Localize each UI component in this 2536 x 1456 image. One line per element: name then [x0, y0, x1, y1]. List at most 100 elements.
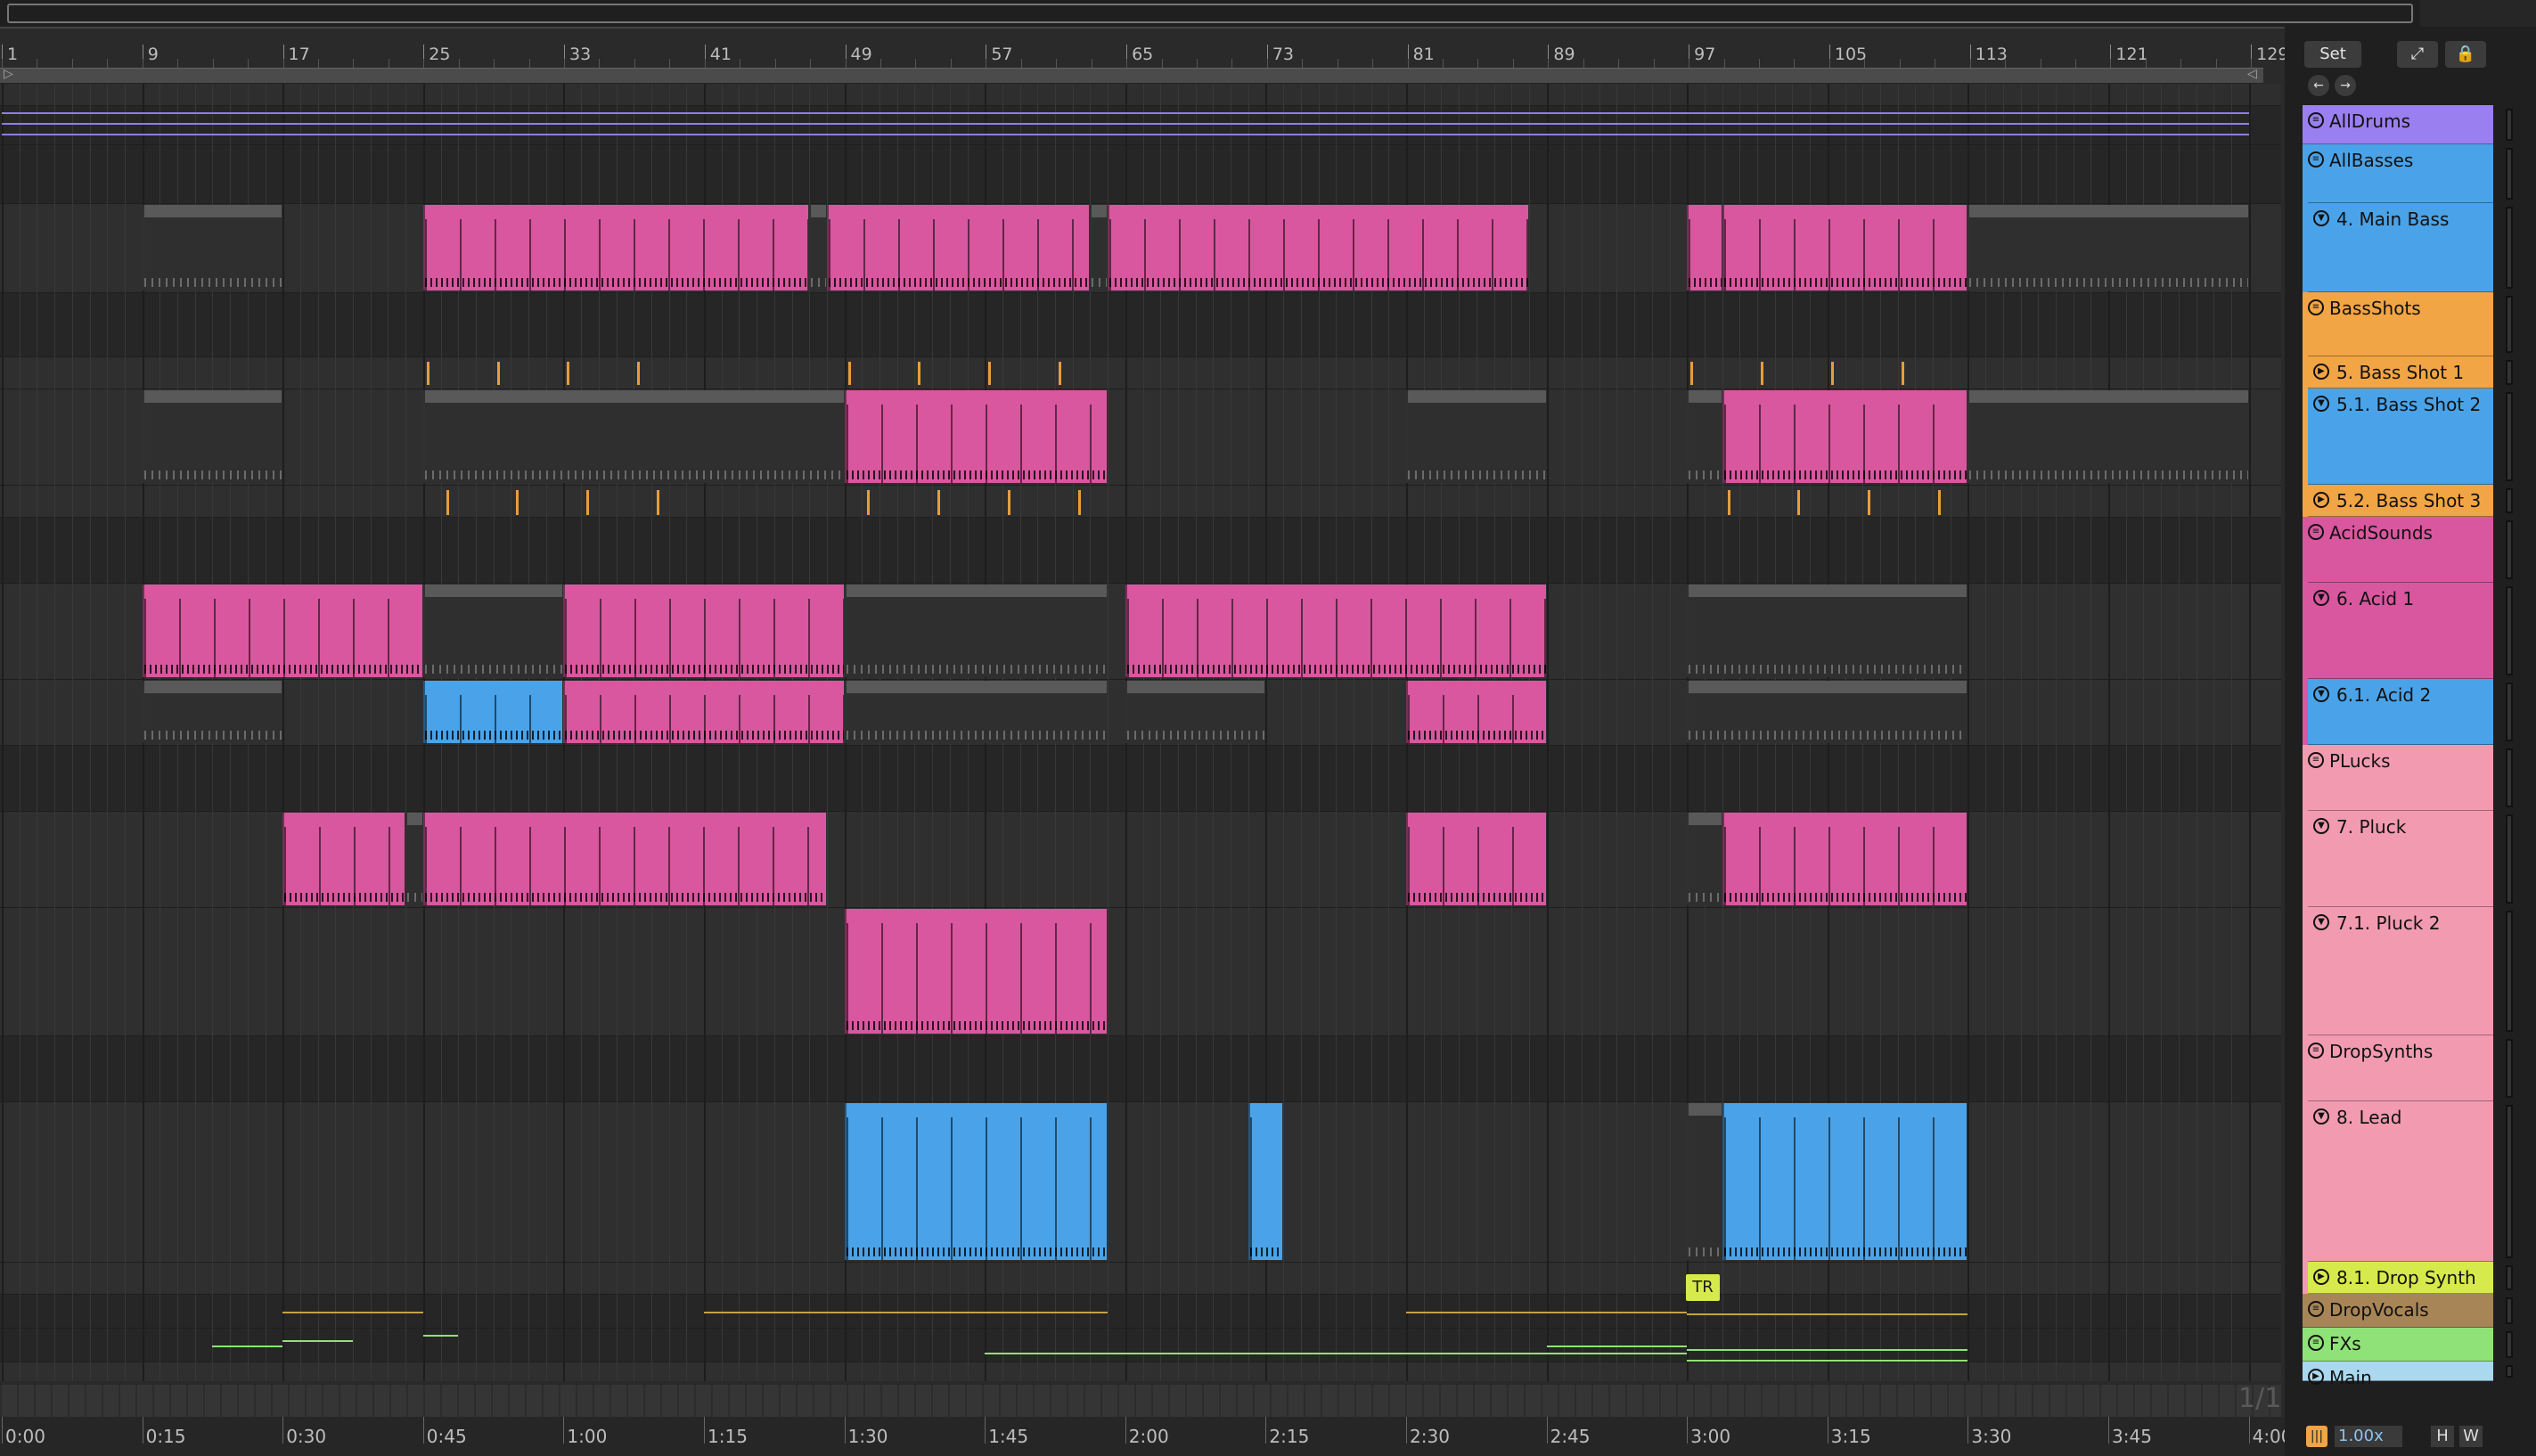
- track-header-6-acid-1[interactable]: ▼ 6. Acid 1: [2308, 583, 2493, 679]
- bass-shot-marker[interactable]: [637, 362, 641, 385]
- beat-time-ruler[interactable]: 1 9 17 25 33 41 49 57 65 73 81 89 97 105 113 121 129: [0, 39, 2288, 68]
- clip[interactable]: [422, 205, 809, 290]
- fold-chevron-icon[interactable]: ▼: [2313, 914, 2329, 930]
- bass-shot-marker[interactable]: [1059, 362, 1061, 385]
- bass-shot-3-marker[interactable]: [1077, 490, 1081, 515]
- group-fold-icon[interactable]: ≡: [2308, 1043, 2324, 1059]
- clip[interactable]: [142, 390, 282, 483]
- clip[interactable]: [563, 585, 844, 677]
- clip[interactable]: [1722, 205, 1967, 290]
- group-fold-icon[interactable]: ≡: [2308, 299, 2324, 315]
- horizontal-scrollbar[interactable]: [0, 1385, 2281, 1417]
- bass-shot-3-marker[interactable]: [1797, 490, 1801, 515]
- lane-main[interactable]: [0, 1362, 2281, 1381]
- track-header-8-lead[interactable]: ▼ 8. Lead: [2308, 1101, 2493, 1262]
- track-play-icon[interactable]: ▶: [2313, 1269, 2329, 1285]
- track-header-alldrums[interactable]: ≡ AllDrums: [2303, 105, 2493, 144]
- waveform-icon[interactable]: |||: [2306, 1426, 2327, 1447]
- h-button[interactable]: H: [2431, 1426, 2454, 1447]
- group-fold-icon[interactable]: ≡: [2308, 752, 2324, 768]
- set-button[interactable]: Set: [2304, 41, 2361, 68]
- fold-chevron-icon[interactable]: ▼: [2313, 818, 2329, 834]
- fold-chevron-icon[interactable]: ▼: [2313, 396, 2329, 412]
- lane-alldrums[interactable]: [0, 105, 2281, 144]
- track-header-7-pluck[interactable]: ▼ 7. Pluck: [2308, 811, 2493, 907]
- fold-chevron-icon[interactable]: ▼: [2313, 686, 2329, 702]
- track-header-allbasses[interactable]: ≡ AllBasses: [2303, 144, 2493, 203]
- zoom-value[interactable]: 1.00x: [2335, 1426, 2402, 1447]
- lane-7-1-pluck-2[interactable]: [0, 907, 2281, 1035]
- clip[interactable]: [1248, 1103, 1283, 1260]
- clip[interactable]: [1687, 205, 1722, 290]
- clip[interactable]: [142, 205, 282, 290]
- track-header-8-1-drop-synth[interactable]: ▶ 8.1. Drop Synth: [2308, 1262, 2493, 1294]
- bass-shot-marker[interactable]: [567, 362, 570, 385]
- clip[interactable]: [1090, 205, 1108, 290]
- lane-allbasses[interactable]: [0, 144, 2281, 203]
- bass-shot-3-marker[interactable]: [1938, 490, 1941, 515]
- track-header-acidsounds[interactable]: ≡ AcidSounds: [2303, 517, 2493, 583]
- group-fold-icon[interactable]: ≡: [2308, 112, 2324, 128]
- track-header-6-1-acid-2[interactable]: ▼ 6.1. Acid 2: [2308, 679, 2493, 745]
- clip[interactable]: [844, 909, 1108, 1034]
- track-header-5-2-bass-shot-3[interactable]: ▶ 5.2. Bass Shot 3: [2308, 485, 2493, 517]
- clip[interactable]: [422, 390, 844, 483]
- clip[interactable]: [1125, 585, 1546, 677]
- clip[interactable]: [1967, 205, 2248, 290]
- track-header-main[interactable]: ▶ Main: [2303, 1362, 2493, 1388]
- track-header-plucks[interactable]: ≡ PLucks: [2303, 745, 2493, 811]
- clip[interactable]: [844, 585, 1108, 677]
- track-play-icon[interactable]: ▶: [2308, 1369, 2324, 1385]
- track-header-4-main-bass[interactable]: ▼ 4. Main Bass: [2308, 203, 2493, 292]
- bass-shot-marker[interactable]: [1690, 362, 1694, 385]
- arrow-left-icon[interactable]: ←: [2308, 75, 2329, 96]
- fold-chevron-icon[interactable]: ▼: [2313, 210, 2329, 226]
- bass-shot-3-marker[interactable]: [656, 490, 659, 515]
- clip[interactable]: [826, 205, 1090, 290]
- bass-shot-3-marker[interactable]: [937, 490, 941, 515]
- bass-shot-3-marker[interactable]: [586, 490, 590, 515]
- clip[interactable]: [282, 813, 405, 905]
- bass-shot-marker[interactable]: [1901, 362, 1904, 385]
- clip[interactable]: [142, 681, 282, 743]
- overview-viewport[interactable]: [7, 4, 2413, 23]
- loop-start-marker[interactable]: ▷: [4, 67, 13, 81]
- clip[interactable]: [563, 681, 844, 743]
- lane-5-bass-shot-1[interactable]: [0, 356, 2281, 389]
- bass-shot-marker[interactable]: [496, 362, 500, 385]
- group-fold-icon[interactable]: ≡: [2308, 1301, 2324, 1317]
- lane-plucks[interactable]: [0, 745, 2281, 811]
- clip[interactable]: [844, 1103, 1108, 1260]
- bass-shot-marker[interactable]: [988, 362, 992, 385]
- locator-marker[interactable]: TR: [1686, 1274, 1720, 1301]
- expand-arrows-icon[interactable]: ⤢: [2397, 41, 2438, 68]
- bass-shot-3-marker[interactable]: [516, 490, 519, 515]
- group-fold-icon[interactable]: ≡: [2308, 524, 2324, 540]
- track-header-dropsynths[interactable]: ≡ DropSynths: [2303, 1035, 2493, 1101]
- bass-shot-3-marker[interactable]: [867, 490, 871, 515]
- bass-shot-marker[interactable]: [1761, 362, 1763, 385]
- bass-shot-marker[interactable]: [918, 362, 921, 385]
- clip[interactable]: [1406, 681, 1546, 743]
- clip[interactable]: [1687, 813, 1722, 905]
- w-button[interactable]: W: [2459, 1426, 2483, 1447]
- lane-fxs[interactable]: [0, 1328, 2281, 1362]
- bass-shot-3-marker[interactable]: [1868, 490, 1871, 515]
- track-header-dropvocals[interactable]: ≡ DropVocals: [2303, 1294, 2493, 1328]
- bass-shot-marker[interactable]: [1830, 362, 1834, 385]
- track-header-fxs[interactable]: ≡ FXs: [2303, 1328, 2493, 1362]
- clip[interactable]: [142, 585, 422, 677]
- lane-dropvocals[interactable]: [0, 1294, 2281, 1328]
- group-fold-icon[interactable]: ≡: [2308, 1335, 2324, 1351]
- clip[interactable]: [1687, 681, 1967, 743]
- time-ruler[interactable]: 0:00 0:15 0:30 0:45 1:00 1:15 1:30 1:45 2:00 2:15…: [0, 1417, 2299, 1456]
- fold-chevron-icon[interactable]: ▼: [2313, 1108, 2329, 1125]
- track-header-bassshots[interactable]: ≡ BassShots: [2303, 292, 2493, 356]
- arrow-right-icon[interactable]: →: [2335, 75, 2356, 96]
- track-header-5-1-bass-shot-2[interactable]: ▼ 5.1. Bass Shot 2: [2308, 389, 2493, 485]
- clip[interactable]: [844, 390, 1108, 483]
- bass-shot-marker[interactable]: [847, 362, 851, 385]
- clip[interactable]: [1722, 390, 1967, 483]
- clip[interactable]: [1406, 813, 1546, 905]
- clip[interactable]: [405, 813, 422, 905]
